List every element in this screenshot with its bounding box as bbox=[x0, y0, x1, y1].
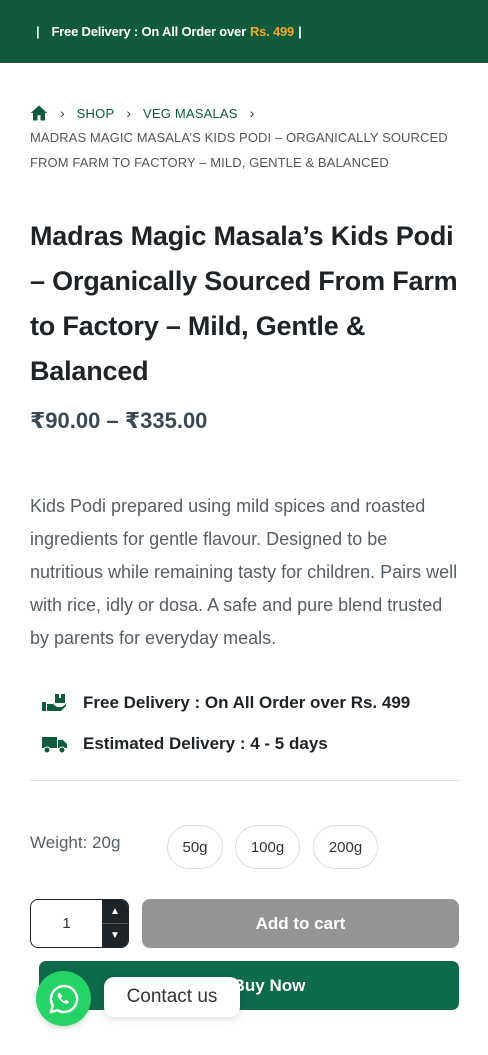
perk-free-delivery-text: Free Delivery : On All Order over Rs. 49… bbox=[83, 692, 411, 712]
perk-estimated-delivery-text: Estimated Delivery : 4 - 5 days bbox=[83, 733, 328, 753]
whatsapp-icon[interactable] bbox=[36, 971, 91, 1026]
chevron-up-icon[interactable]: ▲ bbox=[102, 900, 128, 924]
announcement-text: Free Delivery : On All Order over bbox=[51, 24, 246, 39]
chevron-right-icon: › bbox=[126, 105, 131, 121]
chevron-right-icon: › bbox=[249, 105, 255, 121]
quantity-input[interactable]: 1 bbox=[31, 900, 102, 947]
announcement-bar: | Free Delivery : On All Order over Rs. … bbox=[0, 0, 488, 63]
breadcrumb-category-link[interactable]: VEG MASALAS bbox=[143, 106, 238, 121]
product-description: Kids Podi prepared using mild spices and… bbox=[30, 496, 458, 648]
product-price-range: ₹90.00 – ₹335.00 bbox=[30, 408, 208, 433]
announcement-price: Rs. 499 bbox=[249, 24, 295, 39]
chevron-down-icon[interactable]: ▼ bbox=[102, 924, 128, 947]
perks-list: Free Delivery : On All Order over Rs. 49… bbox=[42, 682, 462, 764]
breadcrumb: › SHOP › VEG MASALAS › MADRAS MAGIC MASA… bbox=[30, 102, 460, 175]
product-title: Madras Magic Masala’s Kids Podi – Organi… bbox=[30, 221, 458, 386]
truck-icon bbox=[42, 734, 68, 754]
announcement-separator-end: | bbox=[298, 24, 302, 39]
home-icon[interactable] bbox=[30, 104, 48, 122]
weight-label: Weight: 20g bbox=[30, 833, 121, 852]
announcement-separator: | bbox=[36, 24, 40, 39]
buy-now-label: Buy Now bbox=[232, 975, 306, 995]
weight-option-200g[interactable]: 200g bbox=[313, 825, 378, 869]
add-to-cart-button[interactable]: Add to cart bbox=[142, 899, 459, 948]
divider bbox=[30, 780, 459, 781]
weight-option-50g[interactable]: 50g bbox=[167, 825, 223, 869]
contact-us-label[interactable]: Contact us bbox=[104, 977, 240, 1017]
buy-now-button[interactable]: Buy Now bbox=[39, 961, 459, 1010]
quantity-stepper[interactable]: 1 ▲ ▼ bbox=[30, 899, 129, 948]
quantity-buttons: ▲ ▼ bbox=[102, 900, 128, 947]
perk-estimated-delivery: Estimated Delivery : 4 - 5 days bbox=[42, 723, 462, 764]
breadcrumb-current-line1: MADRAS MAGIC MASALA’S KIDS PODI – ORGANI… bbox=[30, 130, 448, 145]
perk-free-delivery: Free Delivery : On All Order over Rs. 49… bbox=[42, 682, 462, 723]
chevron-right-icon: › bbox=[60, 105, 65, 121]
weight-option-100g[interactable]: 100g bbox=[235, 825, 300, 869]
breadcrumb-shop-link[interactable]: SHOP bbox=[77, 106, 115, 121]
delivery-hand-icon bbox=[42, 693, 68, 713]
breadcrumb-current: MADRAS MAGIC MASALA’S KIDS PODI – ORGANI… bbox=[30, 125, 460, 175]
breadcrumb-current-line2: FROM FARM TO FACTORY – MILD, GENTLE & BA… bbox=[30, 155, 389, 170]
